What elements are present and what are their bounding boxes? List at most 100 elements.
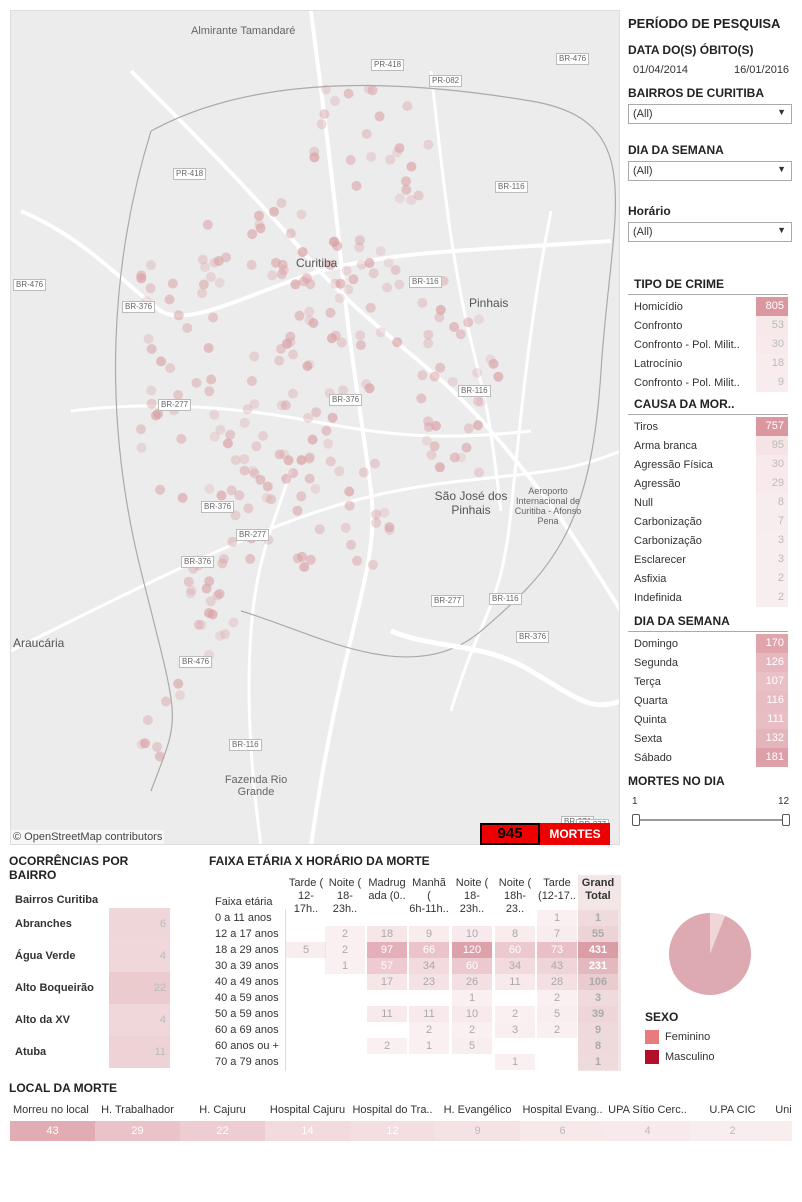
matrix-cell[interactable]: 2 <box>495 1006 535 1022</box>
matrix-cell[interactable]: 73 <box>537 942 577 958</box>
matrix-cell[interactable]: 60 <box>495 942 535 958</box>
matrix-cell[interactable]: 8 <box>578 1038 618 1054</box>
matrix-cell[interactable] <box>367 990 407 1006</box>
matrix-cell[interactable]: 431 <box>578 942 618 958</box>
matrix-cell[interactable] <box>452 910 492 926</box>
matrix-cell[interactable]: 60 <box>452 958 492 974</box>
matrix-cell[interactable]: 23 <box>409 974 449 990</box>
filter-row[interactable]: Carbonização 3 <box>628 531 788 550</box>
matrix-cell[interactable]: 10 <box>452 1006 492 1022</box>
matrix-cell[interactable]: 2 <box>537 1022 577 1038</box>
slider-handle-min[interactable] <box>632 814 640 826</box>
local-cell[interactable]: 43 <box>10 1121 95 1141</box>
matrix-cell[interactable] <box>409 910 449 926</box>
bairro-row[interactable]: Água Verde 4 <box>10 940 170 972</box>
matrix-cell[interactable] <box>325 1022 365 1038</box>
matrix-cell[interactable]: 11 <box>409 1006 449 1022</box>
local-cell[interactable]: 12 <box>350 1121 435 1141</box>
filter-row[interactable]: Tiros 757 <box>628 417 788 436</box>
matrix-cell[interactable]: 5 <box>452 1038 492 1054</box>
filter-row[interactable]: Quinta 111 <box>628 710 788 729</box>
local-cell[interactable]: 6 <box>520 1121 605 1141</box>
matrix-cell[interactable]: 2 <box>367 1038 407 1054</box>
legend-masculino[interactable]: Masculino <box>645 1050 715 1064</box>
matrix-cell[interactable] <box>286 1038 326 1054</box>
matrix-cell[interactable] <box>325 974 365 990</box>
matrix-cell[interactable] <box>452 1054 492 1070</box>
matrix-cell[interactable]: 5 <box>537 1006 577 1022</box>
local-cell[interactable] <box>775 1121 792 1141</box>
matrix-cell[interactable]: 106 <box>578 974 618 990</box>
filter-row[interactable]: Terça 107 <box>628 672 788 691</box>
matrix-cell[interactable]: 1 <box>409 1038 449 1054</box>
map-attribution[interactable]: © OpenStreetMap contributors <box>11 830 165 844</box>
date-from[interactable]: 01/04/2014 <box>633 64 688 76</box>
horario-select[interactable]: (All) ▼ <box>628 222 792 242</box>
dia-select[interactable]: (All) ▼ <box>628 161 792 181</box>
matrix-cell[interactable]: 120 <box>452 942 492 958</box>
filter-row[interactable]: Homicídio 805 <box>628 297 788 316</box>
local-cell[interactable]: 29 <box>95 1121 180 1141</box>
matrix-cell[interactable] <box>537 1038 577 1054</box>
matrix-cell[interactable] <box>409 990 449 1006</box>
matrix-cell[interactable]: 1 <box>578 1054 618 1070</box>
matrix-cell[interactable] <box>286 1054 326 1070</box>
matrix-cell[interactable]: 17 <box>367 974 407 990</box>
matrix-cell[interactable]: 1 <box>452 990 492 1006</box>
map-view[interactable]: Almirante Tamandaré Curitiba Pinhais São Jo… <box>10 10 620 845</box>
matrix-cell[interactable]: 11 <box>495 974 535 990</box>
bairro-row[interactable]: Alto Boqueirão 22 <box>10 972 170 1004</box>
filter-row[interactable]: Agressão Física 30 <box>628 455 788 474</box>
matrix-cell[interactable] <box>286 1022 326 1038</box>
matrix-cell[interactable]: 3 <box>578 990 618 1006</box>
matrix-cell[interactable] <box>286 910 326 926</box>
matrix-cell[interactable]: 1 <box>495 1054 535 1070</box>
matrix-cell[interactable]: 97 <box>367 942 407 958</box>
matrix-cell[interactable] <box>495 1038 535 1054</box>
matrix-cell[interactable]: 10 <box>452 926 492 942</box>
matrix-cell[interactable]: 2 <box>537 990 577 1006</box>
mortes-dia-slider[interactable] <box>632 813 790 827</box>
slider-handle-max[interactable] <box>782 814 790 826</box>
matrix-cell[interactable]: 7 <box>537 926 577 942</box>
matrix-cell[interactable] <box>367 1022 407 1038</box>
bairro-row[interactable]: Abranches 6 <box>10 908 170 940</box>
matrix-cell[interactable]: 39 <box>578 1006 618 1022</box>
matrix-cell[interactable] <box>495 990 535 1006</box>
matrix-cell[interactable]: 28 <box>537 974 577 990</box>
matrix-cell[interactable]: 5 <box>286 942 326 958</box>
filter-row[interactable]: Sexta 132 <box>628 729 788 748</box>
matrix-cell[interactable] <box>325 1006 365 1022</box>
matrix-cell[interactable]: 9 <box>409 926 449 942</box>
local-cell[interactable]: 14 <box>265 1121 350 1141</box>
date-to[interactable]: 16/01/2016 <box>734 64 789 76</box>
matrix-cell[interactable] <box>537 1054 577 1070</box>
matrix-cell[interactable]: 2 <box>325 926 365 942</box>
local-cell[interactable]: 22 <box>180 1121 265 1141</box>
local-cell[interactable]: 2 <box>690 1121 775 1141</box>
matrix-cell[interactable] <box>325 990 365 1006</box>
bairro-row[interactable]: Alto da XV 4 <box>10 1004 170 1036</box>
matrix-cell[interactable]: 3 <box>495 1022 535 1038</box>
filter-row[interactable]: Quarta 116 <box>628 691 788 710</box>
legend-feminino[interactable]: Feminino <box>645 1030 715 1044</box>
filter-row[interactable]: Esclarecer 3 <box>628 550 788 569</box>
matrix-cell[interactable] <box>325 1054 365 1070</box>
slider-track[interactable] <box>636 819 786 821</box>
matrix-cell[interactable] <box>286 958 326 974</box>
filter-row[interactable]: Domingo 170 <box>628 634 788 653</box>
matrix-cell[interactable]: 2 <box>325 942 365 958</box>
matrix-cell[interactable] <box>495 910 535 926</box>
matrix-cell[interactable] <box>286 926 326 942</box>
matrix-cell[interactable] <box>325 1038 365 1054</box>
filter-row[interactable]: Latrocínio 18 <box>628 354 788 373</box>
matrix-cell[interactable]: 1 <box>537 910 577 926</box>
matrix-cell[interactable]: 2 <box>409 1022 449 1038</box>
map-canvas[interactable] <box>11 11 620 845</box>
matrix-cell[interactable]: 11 <box>367 1006 407 1022</box>
filter-row[interactable]: Confronto - Pol. Milit.. 30 <box>628 335 788 354</box>
matrix-cell[interactable] <box>325 910 365 926</box>
matrix-cell[interactable] <box>286 990 326 1006</box>
matrix-cell[interactable] <box>367 1054 407 1070</box>
filter-row[interactable]: Sábado 181 <box>628 748 788 767</box>
